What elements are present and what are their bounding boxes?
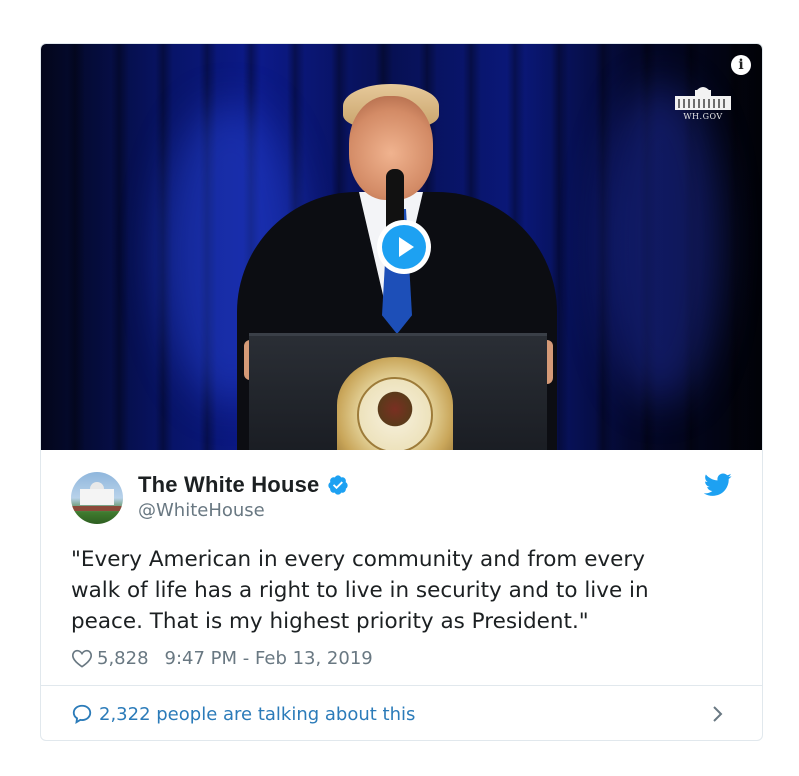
timestamp-link[interactable]: 9:47 PM - Feb 13, 2019 bbox=[165, 648, 373, 669]
author-name-row[interactable]: The White House bbox=[138, 472, 349, 498]
tweet-text-line: "Every American in every community and f… bbox=[71, 547, 645, 572]
tweet-text-line: walk of life has a right to live in secu… bbox=[71, 578, 649, 603]
avatar-house bbox=[80, 489, 114, 505]
play-icon bbox=[399, 237, 414, 257]
avatar-ground bbox=[71, 506, 123, 511]
tweet-text: "Every American in every community and f… bbox=[71, 544, 741, 637]
avatar[interactable] bbox=[71, 472, 123, 524]
like-count[interactable]: 5,828 bbox=[97, 648, 149, 669]
speech-bubble-icon bbox=[72, 704, 92, 725]
divider bbox=[41, 685, 762, 686]
play-button-circle bbox=[382, 225, 426, 269]
watermark-text: WH.GOV bbox=[683, 112, 723, 121]
eagle-emblem bbox=[375, 389, 415, 429]
conversation-text[interactable]: 2,322 people are talking about this bbox=[99, 704, 415, 725]
chevron-right-icon[interactable] bbox=[710, 704, 726, 724]
tweet-meta-row: 5,828 9:47 PM - Feb 13, 2019 bbox=[71, 647, 373, 669]
tweet-text-line: peace. That is my highest priority as Pr… bbox=[71, 609, 589, 634]
display-name[interactable]: The White House bbox=[138, 472, 319, 498]
verified-badge-icon bbox=[328, 475, 349, 495]
embedded-tweet-card[interactable]: WH.GOV i The White House @WhiteHouse "Ev… bbox=[40, 43, 763, 741]
info-icon[interactable]: i bbox=[731, 55, 751, 75]
stage-light bbox=[601, 84, 721, 404]
conversation-link[interactable]: 2,322 people are talking about this bbox=[71, 702, 415, 726]
handle[interactable]: @WhiteHouse bbox=[138, 500, 265, 521]
video-thumbnail[interactable]: WH.GOV i bbox=[41, 44, 762, 450]
heart-icon[interactable] bbox=[71, 648, 93, 668]
play-button[interactable] bbox=[377, 220, 431, 274]
twitter-bird-icon[interactable] bbox=[704, 473, 732, 497]
